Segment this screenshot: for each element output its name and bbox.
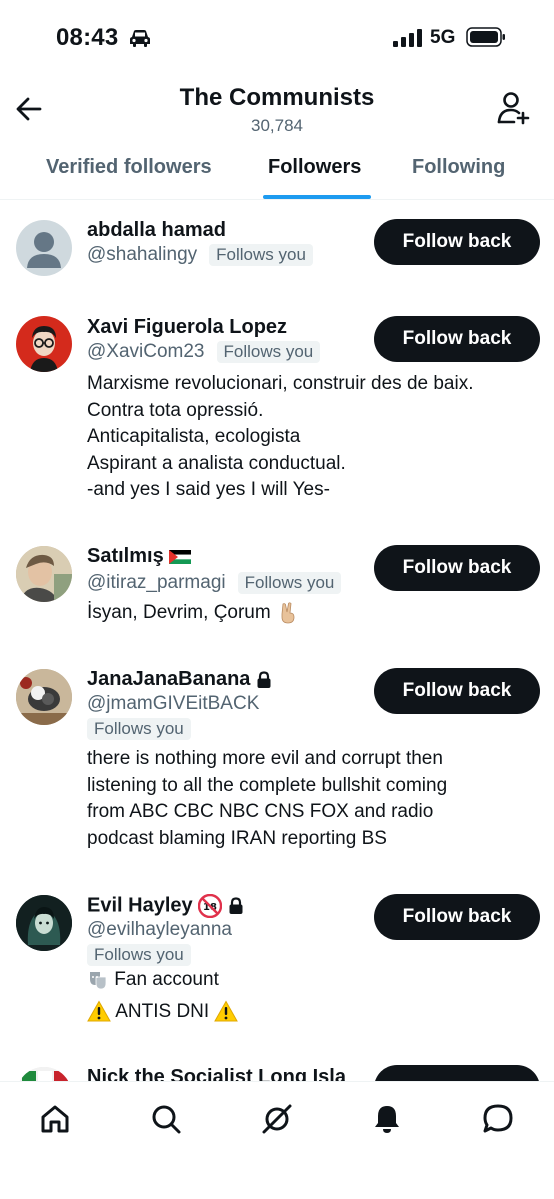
display-name[interactable]: Satılmış [87, 545, 164, 567]
bio-line: from ABC CBC NBC CNS FOX and radio [87, 801, 434, 822]
grok-icon[interactable] [260, 1102, 294, 1136]
handle-line: @itiraz_parmagi Follows you [87, 572, 342, 594]
username[interactable]: @evilhayleyanna [87, 919, 232, 941]
username[interactable]: @XaviCom23 [87, 341, 205, 363]
badge-line: Follows you [87, 944, 191, 966]
handle-line: @XaviCom23 Follows you [87, 341, 321, 363]
display-name[interactable]: Xavi Figuerola Lopez [87, 316, 287, 339]
follow-back-button[interactable]: Follow back [374, 316, 540, 362]
bio-line: Anticapitalista, ecologista [87, 426, 301, 447]
handle-line: @jmamGIVEitBACK [87, 693, 259, 715]
warning-icon [87, 1000, 111, 1022]
bio-line: -and yes I said yes I will Yes- [87, 479, 330, 500]
bio-line: listening to all the complete bullshit c… [87, 774, 448, 796]
follows-you-badge: Follows you [87, 944, 191, 966]
follows-you-badge: Follows you [209, 244, 313, 266]
handle-line: @evilhayleyanna [87, 919, 232, 941]
follow-back-button[interactable]: Follow back [374, 219, 540, 265]
avatar[interactable] [16, 1067, 72, 1081]
avatar-illustration [16, 895, 72, 951]
username[interactable]: @jmamGIVEitBACK [87, 693, 259, 715]
bio-text: ANTIS DNI [115, 1000, 210, 1022]
warning-icon [214, 1000, 239, 1022]
bio: İsyan, Devrim, Çorum [87, 600, 527, 627]
battery-icon [466, 27, 505, 47]
display-name[interactable]: abdalla hamad [87, 219, 226, 242]
handle-line: @shahalingy Follows you [87, 244, 313, 266]
follows-you-badge: Follows you [216, 341, 321, 363]
victory-hand-icon [281, 602, 295, 624]
lock-icon [229, 897, 243, 914]
follows-you-badge: Follows you [237, 572, 342, 594]
bio-line: Contra tota opressió. [87, 399, 264, 421]
lock-icon [257, 671, 271, 688]
follows-you-badge: Follows you [87, 718, 191, 740]
bio-line: Aspirant a analista conductual. [87, 452, 346, 474]
display-name-row: JanaJanaBanana [87, 668, 272, 691]
default-avatar-icon [27, 232, 61, 268]
follow-back-button[interactable]: Follow back [374, 545, 540, 591]
tab-bar: Verified followers Followers Following [0, 142, 554, 200]
bio-text: Fan account [114, 969, 219, 990]
bio: Fan account ANTIS DNI [87, 967, 527, 1025]
bio: Marxisme revolucionari, construir des de… [87, 371, 527, 504]
bio-line: podcast blaming IRAN reporting BS [87, 827, 387, 849]
username[interactable]: @shahalingy [87, 244, 197, 266]
status-bar: 08:43 5G [0, 0, 554, 76]
username[interactable]: @itiraz_parmagi [87, 572, 226, 594]
tab-followers[interactable]: Followers [268, 156, 361, 179]
follow-back-button[interactable]: Follow back [374, 894, 540, 940]
badge-line: Follows you [87, 718, 191, 740]
avatar[interactable] [16, 220, 72, 276]
home-icon[interactable] [38, 1102, 72, 1136]
bio-line: ANTIS DNI [87, 999, 527, 1026]
bio-line: Marxisme revolucionari, construir des de… [87, 373, 474, 394]
follow-back-button[interactable]: Follow back [374, 668, 540, 714]
theater-masks-icon [90, 971, 107, 990]
bio-line: there is nothing more evil and corrupt t… [87, 748, 443, 769]
notifications-icon[interactable] [370, 1102, 404, 1136]
display-name-row: Satılmış [87, 545, 192, 568]
display-name[interactable]: Evil Hayley [87, 894, 193, 916]
avatar-illustration [30, 326, 58, 372]
followers-list: abdalla hamad @shahalingy Follows you Fo… [0, 201, 554, 1081]
no-under-18-icon: 18 [198, 894, 223, 918]
tab-following[interactable]: Following [412, 156, 505, 179]
bio: there is nothing more evil and corrupt t… [87, 746, 527, 852]
avatar[interactable] [16, 546, 72, 602]
avatar[interactable] [16, 669, 72, 725]
avatar-photo [16, 546, 72, 602]
avatar[interactable] [16, 316, 72, 372]
page-title: The Communists [179, 84, 375, 111]
display-name-row: Evil Hayley 18 [87, 894, 244, 918]
follower-count: 30,784 [251, 116, 303, 135]
bio-line: İsyan, Devrim, Çorum [87, 602, 271, 623]
messages-icon[interactable] [481, 1102, 515, 1136]
display-name[interactable]: Nick the Socialist Long Isla [87, 1066, 346, 1081]
search-icon[interactable] [149, 1102, 183, 1136]
follow-back-button[interactable] [374, 1065, 540, 1081]
palestine-flag-icon [169, 549, 192, 564]
tab-verified-followers[interactable]: Verified followers [46, 156, 212, 179]
signal-icon [393, 29, 422, 47]
status-time: 08:43 [56, 24, 119, 51]
display-name[interactable]: JanaJanaBanana [87, 668, 250, 690]
car-icon [130, 30, 150, 47]
bottom-navigation [0, 1081, 554, 1199]
avatar-photo [16, 669, 72, 725]
add-user-icon[interactable] [496, 90, 532, 126]
header: The Communists 30,784 [0, 76, 554, 140]
network-label: 5G [430, 27, 456, 48]
bio-line: Fan account [87, 967, 527, 994]
active-tab-indicator [263, 195, 371, 199]
avatar[interactable] [16, 895, 72, 951]
avatar-photo [16, 1067, 72, 1081]
